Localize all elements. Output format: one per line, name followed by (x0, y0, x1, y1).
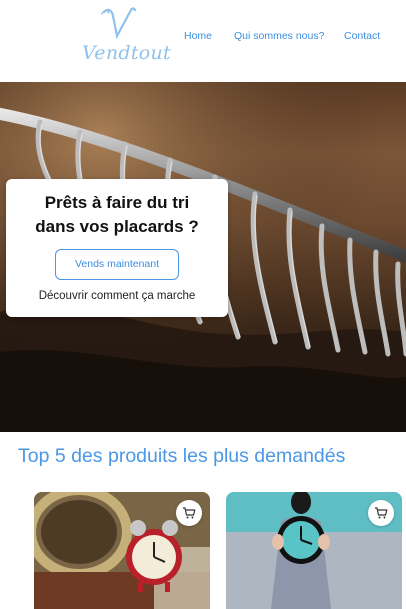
cart-icon (375, 507, 388, 519)
how-it-works-link[interactable]: Découvrir comment ça marche (6, 290, 228, 302)
sell-now-button[interactable]: Vends maintenant (55, 249, 179, 280)
hero-title: Prêts à faire du tri dans vos placards ? (6, 191, 228, 239)
add-to-cart-button[interactable] (368, 500, 394, 526)
brand-name: Vendtout (82, 42, 171, 64)
hero-title-line-2: dans vos placards ? (35, 217, 199, 236)
nav-home[interactable]: Home (184, 30, 212, 42)
add-to-cart-button[interactable] (176, 500, 202, 526)
hero-banner: Prêts à faire du tri dans vos placards ?… (0, 82, 406, 432)
nav-about[interactable]: Qui sommes nous? (234, 30, 324, 42)
cart-icon (183, 507, 196, 519)
brand-logo[interactable]: Vendtout (80, 4, 171, 70)
hero-title-line-1: Prêts à faire du tri (44, 193, 190, 212)
product-card[interactable] (34, 492, 210, 609)
site-header: Vendtout Home Qui sommes nous? Contact (0, 0, 406, 82)
nav-contact[interactable]: Contact (344, 30, 380, 42)
logo-monogram-icon (101, 7, 137, 40)
product-card[interactable] (226, 492, 402, 609)
top-products-title: Top 5 des produits les plus demandés (18, 445, 346, 467)
hero-card: Prêts à faire du tri dans vos placards ?… (6, 179, 228, 317)
page: Vendtout Home Qui sommes nous? Contact P… (0, 0, 406, 609)
